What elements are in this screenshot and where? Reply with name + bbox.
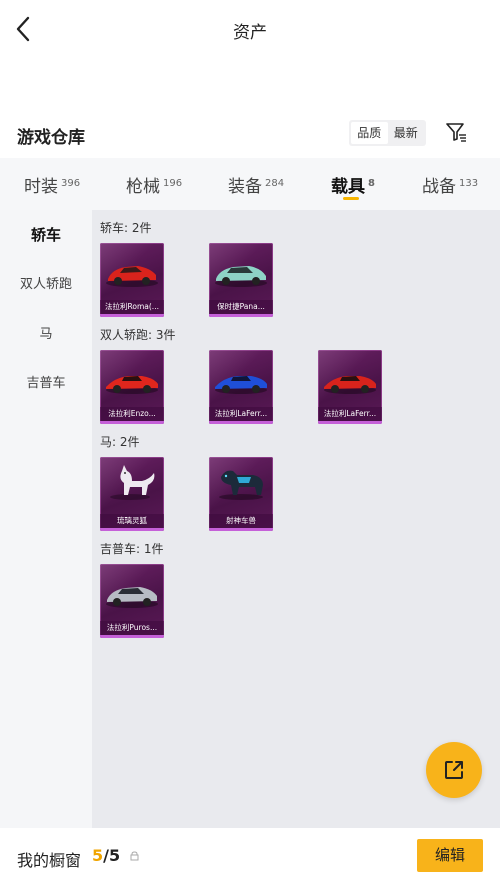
category-tabs: 时装 396 枪械 196 装备 284 载具 8 战备 133 bbox=[0, 158, 500, 210]
item-name: 保时捷Pana... bbox=[209, 300, 273, 314]
vehicle-grid: 轿车: 2件 法拉利Roma(... 保时捷Pana... 双人轿跑: 3件 法… bbox=[92, 210, 500, 828]
share-icon bbox=[445, 761, 463, 779]
group-label-horse: 马: 2件 bbox=[100, 435, 140, 449]
bottom-bar: 我的橱窗 5/5 编辑 bbox=[0, 828, 500, 885]
item-card[interactable]: 法拉利Roma(... bbox=[100, 243, 164, 317]
item-card[interactable]: 琉璃灵狐 bbox=[100, 457, 164, 531]
rarity-bar bbox=[318, 421, 382, 424]
sidebar-item-sedan[interactable]: 轿车 bbox=[0, 210, 92, 260]
tab-vehicles[interactable]: 载具 8 bbox=[331, 172, 375, 197]
sidebar-item-jeep[interactable]: 吉普车 bbox=[0, 359, 92, 409]
item-name: 法拉利LaFerr... bbox=[209, 407, 273, 421]
group-label-jeep: 吉普车: 1件 bbox=[100, 542, 164, 556]
item-name: 琉璃灵狐 bbox=[100, 514, 164, 528]
filter-button[interactable] bbox=[444, 120, 468, 144]
item-card[interactable]: 法拉利LaFerr... bbox=[318, 350, 382, 424]
sidebar-item-horse[interactable]: 马 bbox=[0, 310, 92, 360]
item-name: 法拉利Enzo... bbox=[100, 407, 164, 421]
lock-icon bbox=[130, 851, 139, 861]
red-car-image bbox=[106, 376, 158, 394]
teal-car-image bbox=[215, 266, 267, 287]
item-name: 法拉利LaFerr... bbox=[318, 407, 382, 421]
rarity-bar bbox=[100, 528, 164, 531]
dark-beast-mount-image bbox=[219, 470, 263, 500]
group-label-coupe: 双人轿跑: 3件 bbox=[100, 328, 176, 342]
rarity-bar bbox=[100, 635, 164, 638]
white-fox-mount-image bbox=[110, 465, 155, 500]
blue-car-image bbox=[215, 376, 267, 394]
tab-equipment[interactable]: 装备 284 bbox=[228, 172, 284, 197]
share-button[interactable] bbox=[426, 742, 482, 798]
item-card[interactable]: 法拉利LaFerr... bbox=[209, 350, 273, 424]
tab-battle-gear[interactable]: 战备 133 bbox=[422, 172, 478, 197]
item-card[interactable]: 射神车兽 bbox=[209, 457, 273, 531]
item-name: 射神车兽 bbox=[209, 514, 273, 528]
rarity-bar bbox=[100, 421, 164, 424]
active-tab-indicator bbox=[343, 197, 359, 200]
silver-car-image bbox=[106, 587, 158, 608]
item-name: 法拉利Puros... bbox=[100, 621, 164, 635]
sort-quality-option[interactable]: 品质 bbox=[351, 122, 388, 144]
sidebar: 轿车 双人轿跑 马 吉普车 bbox=[0, 210, 92, 828]
red-car-image bbox=[106, 266, 158, 287]
rarity-bar bbox=[209, 314, 273, 317]
header: 资产 bbox=[0, 0, 500, 60]
item-card[interactable]: 法拉利Puros... bbox=[100, 564, 164, 638]
item-card[interactable]: 保时捷Pana... bbox=[209, 243, 273, 317]
rarity-bar bbox=[209, 421, 273, 424]
sidebar-item-coupe[interactable]: 双人轿跑 bbox=[0, 260, 92, 310]
rarity-bar bbox=[100, 314, 164, 317]
tab-firearms[interactable]: 枪械 196 bbox=[126, 172, 182, 197]
item-name: 法拉利Roma(... bbox=[100, 300, 164, 314]
page-title: 资产 bbox=[233, 23, 267, 43]
rarity-bar bbox=[209, 528, 273, 531]
sort-toggle: 品质 最新 bbox=[349, 120, 426, 146]
red-car-image bbox=[324, 376, 376, 394]
edit-button[interactable]: 编辑 bbox=[417, 839, 483, 872]
filter-icon bbox=[446, 123, 466, 142]
group-label-sedan: 轿车: 2件 bbox=[100, 221, 152, 235]
showcase-label: 我的橱窗 bbox=[17, 851, 82, 870]
warehouse-title: 游戏仓库 bbox=[17, 128, 85, 148]
sort-newest-option[interactable]: 最新 bbox=[388, 122, 425, 144]
item-card[interactable]: 法拉利Enzo... bbox=[100, 350, 164, 424]
showcase-count: 5/5 bbox=[92, 846, 121, 865]
tab-fashion[interactable]: 时装 396 bbox=[24, 172, 80, 197]
